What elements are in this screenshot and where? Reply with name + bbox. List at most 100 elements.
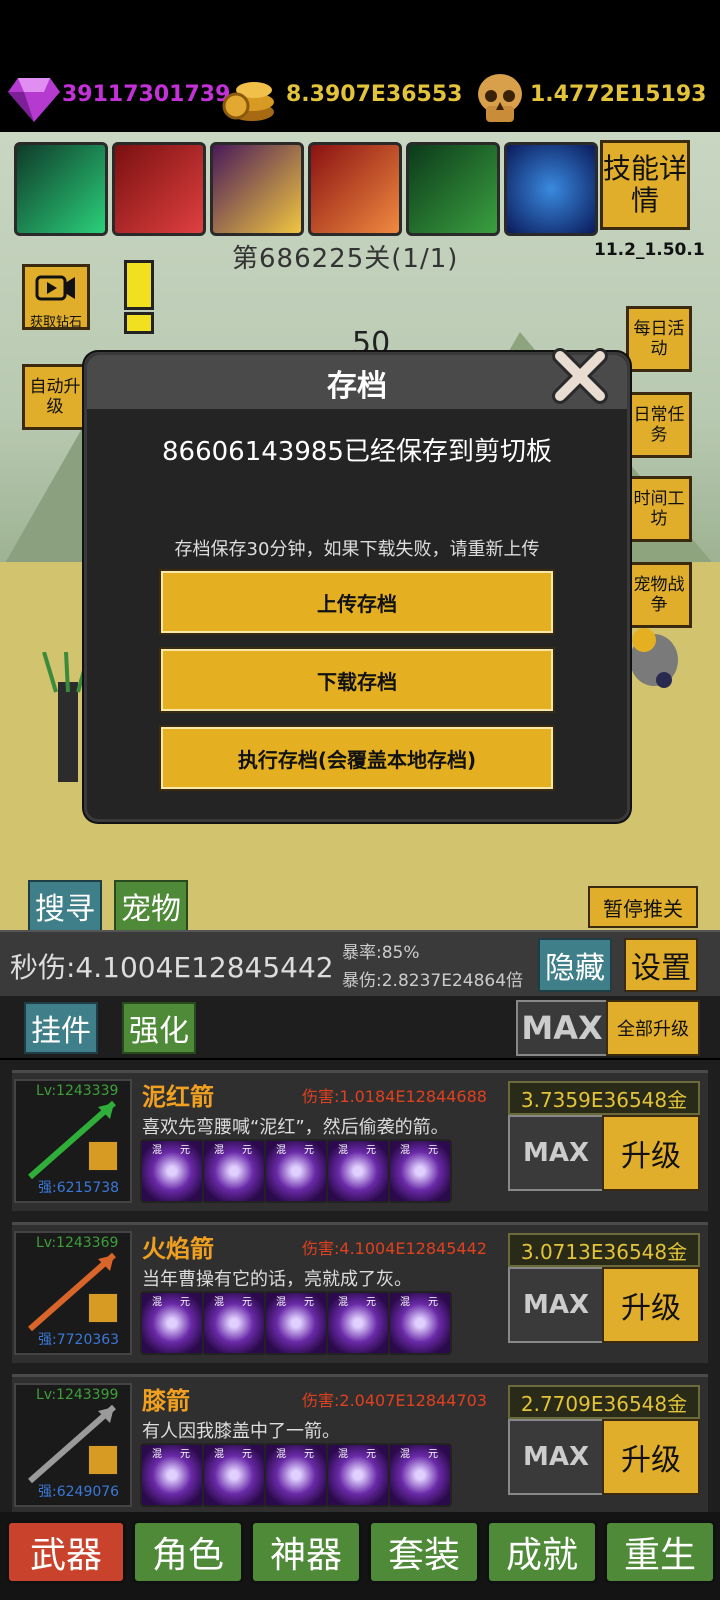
- enhance-tab[interactable]: 强化: [122, 1002, 196, 1054]
- upgrade-button[interactable]: 升级: [602, 1115, 700, 1191]
- weapon-strength: 强:6249076: [38, 1484, 120, 1500]
- max-all-button[interactable]: MAX: [516, 1000, 608, 1056]
- skill-bow-icon[interactable]: [406, 142, 500, 236]
- skill-stars-icon[interactable]: [210, 142, 304, 236]
- rune-label: 元: [366, 1145, 376, 1156]
- get-diamonds-button[interactable]: 获取钻石: [22, 264, 90, 330]
- rune-label: 元: [242, 1449, 252, 1460]
- upgrade-cost: 3.0713E36548金: [508, 1233, 700, 1267]
- stage-label: 第686225关(1/1): [232, 244, 459, 274]
- skull-icon: [478, 74, 522, 122]
- tab-artifacts[interactable]: 神器: [250, 1520, 362, 1584]
- skill-charge-icon[interactable]: [112, 142, 206, 236]
- dps-label: 秒伤:4.1004E12845442: [10, 951, 334, 984]
- download-save-button[interactable]: 下载存档: [161, 649, 553, 711]
- weapon-card: Lv:1243369 强:7720363 火焰箭 伤害:4.1004E12845…: [12, 1222, 708, 1363]
- arrow-icon: [28, 1404, 116, 1484]
- arrow-icon: [28, 1100, 116, 1180]
- max-button[interactable]: MAX: [508, 1115, 604, 1191]
- tab-character[interactable]: 角色: [132, 1520, 244, 1584]
- hide-button[interactable]: 隐藏: [538, 938, 612, 992]
- gem-icon: [8, 78, 60, 122]
- rune-label: 元: [428, 1297, 438, 1308]
- weapon-level: Lv:1243339: [36, 1083, 119, 1099]
- weapon-portrait[interactable]: Lv:1243399 强:6249076: [14, 1383, 132, 1507]
- rune-label: 元: [304, 1449, 314, 1460]
- rune-label: 元: [428, 1449, 438, 1460]
- rune-label: 混: [276, 1145, 286, 1156]
- weapon-portrait[interactable]: Lv:1243369 强:7720363: [14, 1231, 132, 1355]
- upgrade-button[interactable]: 升级: [602, 1419, 700, 1495]
- tab-sets[interactable]: 套装: [368, 1520, 480, 1584]
- rune-label: 混: [338, 1449, 348, 1460]
- tab-achievements[interactable]: 成就: [486, 1520, 598, 1584]
- skill-clock-icon[interactable]: [504, 142, 598, 236]
- rune-label: 元: [304, 1297, 314, 1308]
- crit-damage-label: 暴伤:2.8237E24864倍: [342, 971, 524, 991]
- upgrade-cost: 2.7709E36548金: [508, 1385, 700, 1419]
- rune-label: 元: [180, 1449, 190, 1460]
- yin-yang-rune-icon: 混 元: [388, 1443, 452, 1507]
- max-button[interactable]: MAX: [508, 1419, 604, 1495]
- tab-weapons[interactable]: 武器: [6, 1520, 126, 1584]
- upgrade-cost: 3.7359E36548金: [508, 1081, 700, 1115]
- max-button[interactable]: MAX: [508, 1267, 604, 1343]
- pause-progress-button[interactable]: 暂停推关: [588, 886, 698, 928]
- yin-yang-rune-icon: 混 元: [202, 1139, 266, 1203]
- weapon-card: Lv:1243399 强:6249076 膝箭 伤害:2.0407E128447…: [12, 1374, 708, 1515]
- get-diamonds-label: 获取钻石: [29, 315, 82, 330]
- execute-save-button[interactable]: 执行存档(会覆盖本地存档): [161, 727, 553, 789]
- addon-tab[interactable]: 挂件: [24, 1002, 98, 1054]
- alert-icon[interactable]: [120, 260, 154, 334]
- skull-count: 1.4772E15193: [530, 82, 707, 107]
- skill-arrow-rain-icon[interactable]: [14, 142, 108, 236]
- rune-label: 元: [366, 1297, 376, 1308]
- upgrade-button[interactable]: 升级: [602, 1267, 700, 1343]
- rune-label: 混: [214, 1449, 224, 1460]
- weapon-list: Lv:1243339 强:6215738 泥红箭 伤害:1.0184E12844…: [0, 1060, 720, 1520]
- yin-yang-rune-icon: 混 元: [326, 1139, 390, 1203]
- rune-label: 元: [242, 1145, 252, 1156]
- rune-label: 元: [180, 1145, 190, 1156]
- gem-count: 39117301739: [62, 82, 231, 107]
- auto-upgrade-button[interactable]: 自动升级: [22, 364, 88, 430]
- weapon-portrait[interactable]: Lv:1243339 强:6215738: [14, 1079, 132, 1203]
- rune-label: 元: [304, 1145, 314, 1156]
- rune-label: 元: [366, 1449, 376, 1460]
- pet-war-button[interactable]: 宠物战争: [626, 562, 692, 628]
- rune-label: 元: [180, 1297, 190, 1308]
- yin-yang-rune-icon: 混 元: [264, 1139, 328, 1203]
- upgrade-all-button[interactable]: 全部升级: [606, 1000, 700, 1056]
- skill-power-icon[interactable]: [308, 142, 402, 236]
- rune-label: 混: [338, 1145, 348, 1156]
- gem-socket-icon: [88, 1445, 118, 1475]
- weapon-level: Lv:1243369: [36, 1235, 119, 1251]
- rune-label: 混: [214, 1145, 224, 1156]
- settings-button[interactable]: 设置: [624, 938, 698, 992]
- gold-coins-icon: [222, 82, 274, 121]
- rune-label: 混: [400, 1145, 410, 1156]
- weapon-name: 火焰箭: [142, 1235, 214, 1263]
- upload-save-button[interactable]: 上传存档: [161, 571, 553, 633]
- gem-socket-icon: [88, 1141, 118, 1171]
- yin-yang-rune-icon: 混 元: [140, 1291, 204, 1355]
- yin-yang-rune-icon: 混 元: [202, 1443, 266, 1507]
- skill-details-button[interactable]: 技能详情: [600, 140, 690, 230]
- weapon-level: Lv:1243399: [36, 1387, 119, 1403]
- rune-label: 混: [152, 1449, 162, 1460]
- time-workshop-button[interactable]: 时间工坊: [626, 476, 692, 542]
- daily-task-button[interactable]: 日常任务: [626, 392, 692, 458]
- subtab-bar: 挂件 强化 MAX 全部升级: [0, 996, 720, 1058]
- yin-yang-rune-icon: 混 元: [326, 1291, 390, 1355]
- close-icon[interactable]: [552, 348, 608, 404]
- rune-label: 混: [400, 1297, 410, 1308]
- pet-button[interactable]: 宠物: [114, 880, 188, 932]
- video-camera-icon: [35, 275, 75, 301]
- weapon-name: 泥红箭: [142, 1083, 214, 1111]
- daily-event-button[interactable]: 每日活动: [626, 306, 692, 372]
- weapon-desc: 喜欢先弯腰喊“泥红”，然后偷袭的箭。: [142, 1117, 449, 1138]
- tab-rebirth[interactable]: 重生: [604, 1520, 716, 1584]
- search-button[interactable]: 搜寻: [28, 880, 102, 932]
- yin-yang-rune-icon: 混 元: [388, 1139, 452, 1203]
- gem-socket-icon: [88, 1293, 118, 1323]
